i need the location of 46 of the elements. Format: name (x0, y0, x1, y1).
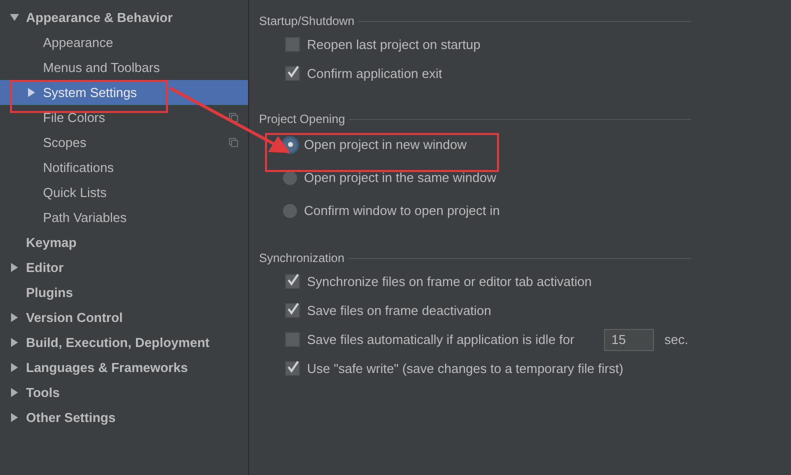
collapsed-arrow-icon[interactable] (10, 413, 19, 422)
tree-item[interactable]: Version Control (0, 305, 248, 330)
tree-item[interactable]: Tools (0, 380, 248, 405)
tree-item[interactable]: Other Settings (0, 405, 248, 430)
tree-item[interactable]: Plugins (0, 280, 248, 305)
collapsed-arrow-icon[interactable] (10, 313, 19, 322)
tree-item[interactable]: Editor (0, 255, 248, 280)
unit-label: sec. (664, 332, 688, 347)
tree-item[interactable]: System Settings (0, 80, 248, 105)
option-label: Save files automatically if application is idle for (307, 332, 574, 347)
collapsed-arrow-icon[interactable] (10, 363, 19, 372)
checkbox[interactable] (285, 361, 300, 376)
checkbox[interactable] (285, 37, 300, 52)
tree-item[interactable]: Scopes (0, 130, 248, 155)
collapsed-arrow-icon[interactable] (10, 388, 19, 397)
checkbox[interactable] (285, 332, 300, 347)
checkbox[interactable] (285, 274, 300, 289)
option-label: Synchronize files on frame or editor tab activation (307, 274, 592, 289)
checkbox[interactable] (285, 303, 300, 318)
idle-seconds-field[interactable]: 15 (604, 328, 654, 350)
collapsed-arrow-icon[interactable] (27, 88, 36, 97)
tree-item[interactable]: Build, Execution, Deployment (0, 330, 248, 355)
checkbox[interactable] (285, 66, 300, 81)
option-label: Save files on frame deactivation (307, 303, 492, 318)
tree-item[interactable]: Appearance (0, 30, 248, 55)
tree-item[interactable]: Menus and Toolbars (0, 55, 248, 80)
collapsed-arrow-icon[interactable] (10, 338, 19, 347)
radio-button[interactable] (283, 204, 297, 218)
expanded-arrow-icon[interactable] (10, 13, 19, 22)
tree-item[interactable]: File Colors (0, 105, 248, 130)
option-label: Reopen last project on startup (307, 37, 480, 52)
option-label: Open project in the same window (304, 170, 496, 185)
section-title: Startup/Shutdown (259, 14, 354, 28)
option-label: Confirm application exit (307, 66, 442, 81)
tree-item[interactable]: Appearance & Behavior (0, 5, 248, 30)
tree-item[interactable]: Keymap (0, 230, 248, 255)
tree-item[interactable]: Path Variables (0, 205, 248, 230)
collapsed-arrow-icon[interactable] (10, 263, 19, 272)
tree-item[interactable]: Languages & Frameworks (0, 355, 248, 380)
option-label: Confirm window to open project in (304, 203, 500, 218)
section-title: Project Opening (259, 112, 346, 126)
tree-item[interactable]: Quick Lists (0, 180, 248, 205)
option-label: Open project in new window (304, 137, 467, 152)
tree-item[interactable]: Notifications (0, 155, 248, 180)
section-title: Synchronization (259, 251, 344, 265)
option-label: Use "safe write" (save changes to a temporary file first) (307, 361, 624, 376)
